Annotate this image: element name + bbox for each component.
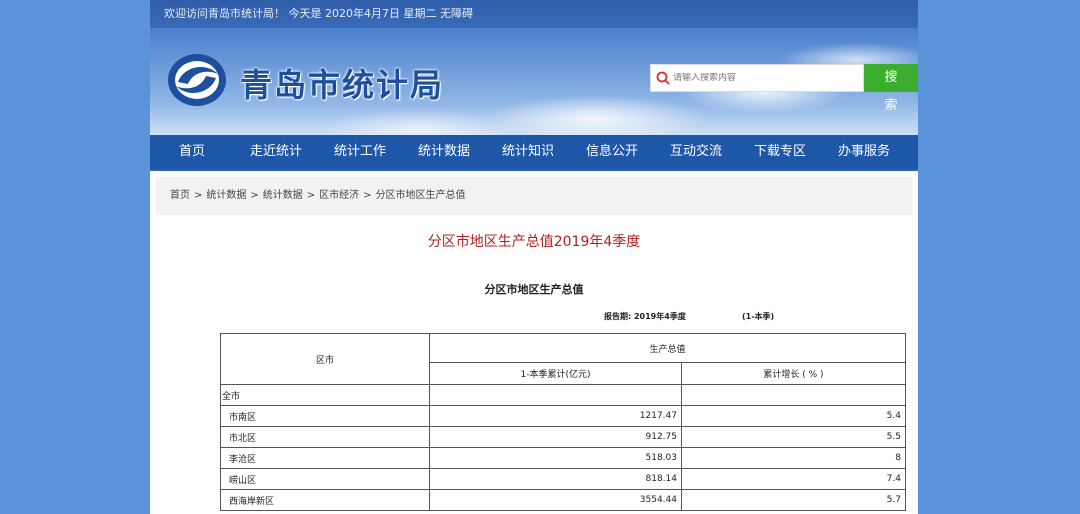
col-header-growth: 累计增长 ( % ) (681, 362, 906, 385)
report-range: (1-本季) (742, 312, 775, 321)
row-value (429, 384, 682, 406)
page-wrapper: 欢迎访问青岛市统计局！ 今天是 2020年4月7日 星期二 无障碍 青岛市统计局… (150, 0, 918, 514)
search-box (650, 64, 864, 92)
row-growth: 5.5 (681, 426, 906, 448)
nav-item-about[interactable]: 走近统计 (234, 134, 318, 170)
nav-item-downloads[interactable]: 下载专区 (738, 134, 822, 170)
search-icon (656, 71, 670, 85)
nav-item-disclosure[interactable]: 信息公开 (570, 134, 654, 170)
table-row: 崂山区 818.14 7.4 (220, 468, 906, 490)
row-growth: 5.4 (681, 405, 906, 427)
row-name: 全市 (220, 384, 430, 406)
row-growth (681, 384, 906, 406)
row-growth: 7.4 (681, 468, 906, 490)
row-growth: 5.7 (681, 489, 906, 511)
report-period: 报告期: 2019年4季度 (604, 312, 686, 321)
search-button[interactable]: 搜 索 (864, 64, 918, 113)
report-period-line: 报告期: 2019年4季度 (1-本季) (156, 311, 912, 331)
breadcrumb: 首页 > 统计数据 > 统计数据 > 区市经济 > 分区市地区生产总值 (156, 177, 912, 215)
row-growth: 8 (681, 447, 906, 469)
table-row: 西海岸新区 3554.44 5.7 (220, 489, 906, 511)
breadcrumb-separator: > (250, 190, 259, 201)
table-row: 市南区 1217.47 5.4 (220, 405, 906, 427)
breadcrumb-data-1[interactable]: 统计数据 (206, 190, 246, 201)
nav-item-home[interactable]: 首页 (150, 134, 234, 170)
welcome-bar: 欢迎访问青岛市统计局！ 今天是 2020年4月7日 星期二 无障碍 (150, 0, 918, 28)
breadcrumb-separator: > (194, 190, 203, 201)
site-banner: 青岛市统计局 搜 索 (150, 28, 918, 135)
col-header-cumulative: 1-本季累计(亿元) (429, 362, 682, 385)
col-header-region: 区市 (220, 333, 430, 385)
main-nav: 首页 走近统计 统计工作 统计数据 统计知识 信息公开 互动交流 下载专区 办事… (150, 135, 918, 171)
nav-item-services[interactable]: 办事服务 (822, 134, 906, 170)
row-value: 1217.47 (429, 405, 682, 427)
row-value: 3554.44 (429, 489, 682, 511)
col-header-gdp: 生产总值 (429, 333, 906, 363)
table-row: 李沧区 518.03 8 (220, 447, 906, 469)
row-value: 818.14 (429, 468, 682, 490)
row-value: 518.03 (429, 447, 682, 469)
breadcrumb-separator: > (306, 190, 316, 201)
breadcrumb-home[interactable]: 首页 (170, 190, 190, 201)
nav-item-interaction[interactable]: 互动交流 (654, 134, 738, 170)
row-value: 912.75 (429, 426, 682, 448)
main-content: 首页 > 统计数据 > 统计数据 > 区市经济 > 分区市地区生产总值 分区市地区生产总值201… (150, 171, 918, 514)
row-name: 西海岸新区 (220, 489, 430, 511)
statistics-logo-icon[interactable] (166, 52, 228, 108)
site-title[interactable]: 青岛市统计局 (240, 60, 444, 106)
gdp-table: 区市 生产总值 1-本季累计(亿元) 累计增长 ( % ) 全市 市南区 121… (220, 333, 906, 511)
search-input[interactable] (673, 73, 853, 83)
nav-item-work[interactable]: 统计工作 (318, 134, 402, 170)
table-title: 分区市地区生产总值 (484, 283, 584, 296)
article-title: 分区市地区生产总值2019年4季度 (427, 234, 641, 250)
breadcrumb-current: 分区市地区生产总值 (375, 190, 466, 201)
breadcrumb-district-economy[interactable]: 区市经济 (319, 190, 359, 201)
breadcrumb-separator: > (363, 190, 372, 201)
row-name: 市北区 (220, 426, 430, 448)
nav-item-data[interactable]: 统计数据 (402, 134, 486, 170)
row-name: 李沧区 (220, 447, 430, 469)
table-row: 全市 (220, 384, 906, 406)
row-name: 崂山区 (220, 468, 430, 490)
table-row: 市北区 912.75 5.5 (220, 426, 906, 448)
nav-item-knowledge[interactable]: 统计知识 (486, 134, 570, 170)
row-name: 市南区 (220, 405, 430, 427)
breadcrumb-data-2[interactable]: 统计数据 (263, 190, 303, 201)
